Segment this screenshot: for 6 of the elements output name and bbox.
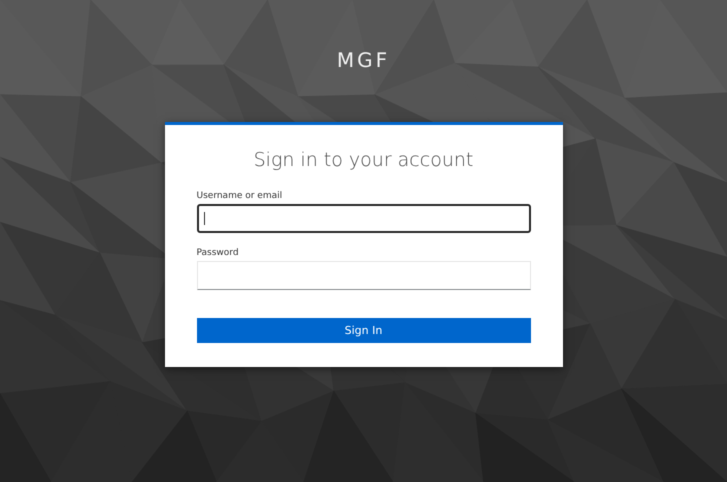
input-field[interactable] (196, 204, 530, 233)
brand-logo: MGF (336, 47, 390, 73)
field-label: Password (196, 248, 239, 258)
sign-in-button[interactable]: Sign In (196, 318, 530, 343)
form-title: Sign in to your account (254, 149, 474, 171)
field-label: Username or email (196, 191, 282, 201)
